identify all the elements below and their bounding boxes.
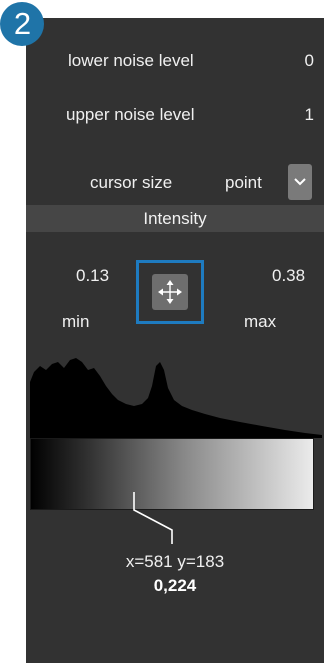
cursor-size-dropdown[interactable] [288,164,312,200]
max-value[interactable]: 0.38 [272,266,305,286]
step-number-badge: 2 [0,2,44,46]
intensity-histogram [30,358,322,438]
move-arrows-icon [158,280,182,304]
min-label: min [62,312,90,331]
cursor-size-value[interactable]: point [225,173,262,193]
move-range-button[interactable] [136,260,204,324]
screenshot-root: 2 lower noise level 0 upper noise level … [0,0,324,663]
intensity-panel: lower noise level 0 upper noise level 1 … [26,18,324,663]
max-label: max [244,312,277,331]
cursor-size-label: cursor size [90,173,173,192]
histogram-area [30,358,322,438]
chevron-down-icon [294,178,306,186]
upper-noise-value[interactable]: 1 [305,105,314,125]
cursor-pixel-value: 0,224 [153,576,197,595]
min-value[interactable]: 0.13 [76,266,109,286]
upper-noise-label: upper noise level [66,105,195,124]
intensity-section-header: Intensity [26,205,324,232]
intensity-gradient-bar[interactable] [30,438,314,510]
lower-noise-value[interactable]: 0 [305,51,314,71]
move-button-face [152,274,188,310]
lower-noise-label: lower noise level [68,51,194,70]
cursor-coordinates: x=581 y=183 [125,552,225,571]
